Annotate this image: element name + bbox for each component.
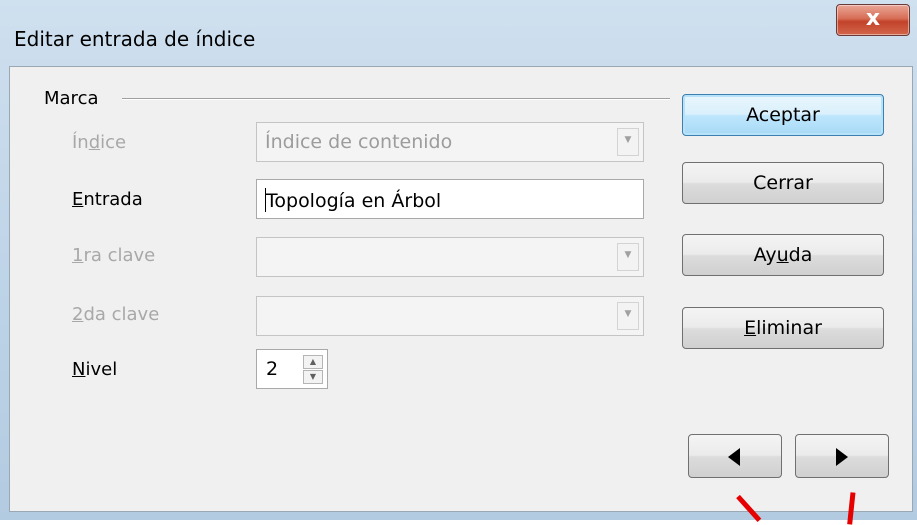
aceptar-button[interactable]: Aceptar	[682, 94, 884, 136]
group-label-marca: Marca	[44, 88, 99, 109]
clave1-select[interactable]: ▼	[256, 237, 644, 277]
close-button[interactable]: x	[836, 4, 910, 36]
eliminar-button[interactable]: Eliminar	[682, 307, 884, 349]
indice-label: Índice	[72, 132, 127, 153]
triangle-right-icon	[836, 448, 848, 466]
nivel-label: Nivel	[72, 359, 118, 380]
entrada-input-value: Topología en Árbol	[266, 190, 442, 212]
group-divider	[122, 98, 670, 100]
clave1-label: 1ra clave	[72, 245, 156, 266]
clave2-label: 2da clave	[72, 304, 160, 325]
entrada-label: Entrada	[72, 189, 143, 210]
indice-select[interactable]: Índice de contenido ▼	[256, 122, 644, 162]
indice-select-value: Índice de contenido	[265, 131, 453, 153]
dialog-window: Editar entrada de índice x Marca Índice …	[0, 0, 917, 525]
window-title: Editar entrada de índice	[14, 27, 256, 51]
chevron-down-icon[interactable]: ▼	[617, 302, 639, 330]
cerrar-button[interactable]: Cerrar	[682, 162, 884, 204]
chevron-down-icon[interactable]: ▼	[617, 128, 639, 156]
previous-button[interactable]	[688, 434, 782, 478]
spin-up-icon[interactable]: ▲	[303, 355, 323, 369]
nivel-value: 2	[266, 358, 279, 380]
clave2-select[interactable]: ▼	[256, 296, 644, 336]
dialog-body: Marca Índice Índice de contenido ▼ Entra…	[9, 66, 913, 512]
chevron-down-icon[interactable]: ▼	[617, 243, 639, 271]
ayuda-button[interactable]: Ayuda	[682, 234, 884, 276]
nivel-spinbox[interactable]: 2 ▲ ▼	[256, 349, 328, 389]
spin-down-icon[interactable]: ▼	[303, 370, 323, 384]
entrada-input[interactable]: Topología en Árbol	[256, 179, 644, 219]
close-icon: x	[865, 6, 881, 31]
triangle-left-icon	[728, 448, 740, 466]
next-button[interactable]	[795, 434, 889, 478]
title-bar[interactable]: Editar entrada de índice x	[0, 0, 917, 66]
